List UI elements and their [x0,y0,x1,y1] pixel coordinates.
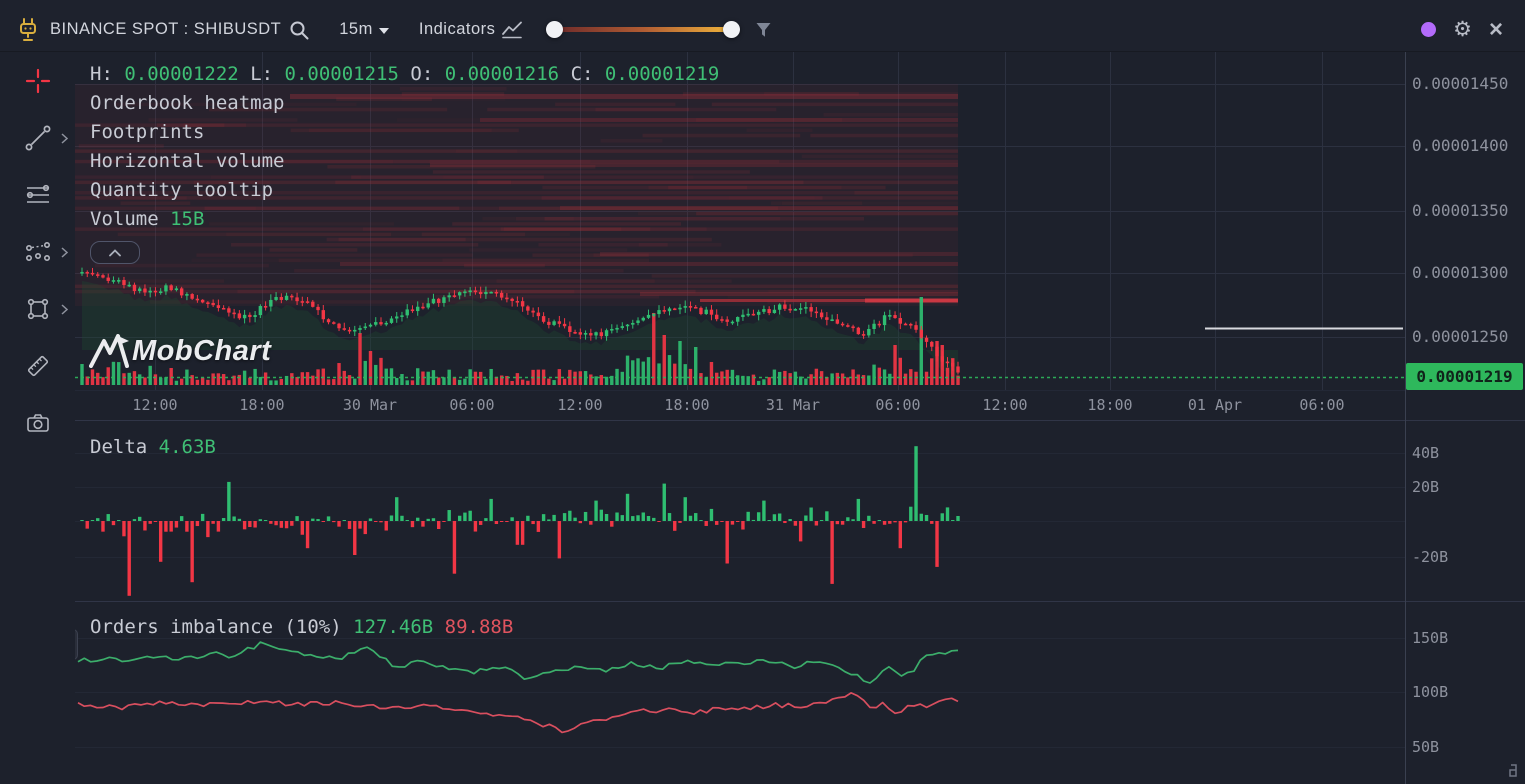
imbalance-tick-label: 50B [1412,738,1439,756]
filter-icon[interactable] [754,21,773,39]
legend-item-volume[interactable]: Volume 15B [90,208,719,237]
symbol-name: BINANCE SPOT : SHIBUSDT [50,20,281,39]
time-tick-label: 18:00 [655,396,719,414]
imbalance-tick-label: 100B [1412,683,1448,701]
time-tick-label: 18:00 [1078,396,1142,414]
time-tick-label: 31 Mar [761,396,825,414]
chevron-up-icon [109,249,121,257]
price-tick-label: 0.00001300 [1412,263,1508,282]
price-axis[interactable]: 0.00001219 0.00001450 0.00001400 0.0000135… [1405,52,1525,390]
price-tick-label: 0.00001450 [1412,74,1508,93]
symbol-selector[interactable]: BINANCE SPOT : SHIBUSDT [50,18,311,42]
slider-handle-max[interactable] [723,21,740,38]
imbalance-axis[interactable]: 150B 100B 50B [1405,602,1525,784]
delta-tick-label: 40B [1412,444,1439,462]
time-tick-label: 12:00 [123,396,187,414]
mobchart-watermark: MobChart [88,333,271,369]
tool-ruler[interactable] [0,337,75,394]
tool-path-points[interactable] [0,223,75,280]
legend-item-footprints[interactable]: Footprints [90,121,719,150]
ohlc-readout: H: 0.00001222 L: 0.00001215 O: 0.0000121… [90,63,719,92]
time-tick-label: 06:00 [866,396,930,414]
delta-axis[interactable]: 40B 20B -20B [1405,421,1525,601]
delta-tick-label: -20B [1412,548,1448,566]
legend-item-horizontal-volume[interactable]: Horizontal volume [90,150,719,179]
slider-track[interactable] [554,27,732,32]
settings-gear-icon[interactable]: ⚙ [1453,19,1472,40]
timeframe-value: 15m [339,20,373,39]
trend-line-icon [23,123,53,153]
chevron-right-icon [61,304,68,315]
price-tick-label: 0.00001400 [1412,136,1508,155]
delta-tick-label: 20B [1412,478,1439,496]
tool-trend-line[interactable] [0,109,75,166]
tool-screenshot[interactable] [0,394,75,451]
timeframe-selector[interactable]: 15m [339,20,389,39]
chevron-right-icon [61,133,68,144]
camera-icon [23,408,53,438]
close-icon[interactable]: × [1489,19,1503,40]
horizontal-lines-icon [23,180,53,210]
time-tick-label: 06:00 [440,396,504,414]
time-tick-label: 12:00 [973,396,1037,414]
chart-legend: H: 0.00001222 L: 0.00001215 O: 0.0000121… [90,63,719,264]
rectangle-icon [23,294,53,324]
slider-handle-min[interactable] [546,21,563,38]
last-price-badge: 0.00001219 [1406,363,1523,390]
tool-rectangle[interactable] [0,280,75,337]
connector-logo-icon [16,17,40,43]
chevron-down-icon [379,28,389,34]
time-tick-label: 30 Mar [338,396,402,414]
crosshair-icon [23,66,53,96]
trading-app: H: 0.00001222 L: 0.00001215 O: 0.0000121… [0,0,1525,784]
ruler-icon [23,351,53,381]
indicators-button[interactable]: Indicators [419,20,525,39]
path-points-icon [23,237,53,267]
legend-collapse-button[interactable] [90,241,140,264]
time-tick-label: 06:00 [1290,396,1354,414]
indicators-icon [502,21,524,39]
time-tick-label: 18:00 [230,396,294,414]
tool-crosshair[interactable] [0,52,75,109]
top-toolbar: BINANCE SPOT : SHIBUSDT 15m Indicators [0,0,1525,52]
delta-panel-label[interactable]: Delta 4.63B [90,436,216,458]
imbalance-panel-label[interactable]: Orders imbalance (10%) 127.46B 89.88B [90,616,513,638]
legend-item-orderbook-heatmap[interactable]: Orderbook heatmap [90,92,719,121]
drawing-toolbar [0,52,75,784]
search-icon [287,18,311,42]
time-axis[interactable]: 12:00 18:00 30 Mar 06:00 12:00 18:00 31 Mar 06:… [75,390,1405,420]
chevron-right-icon [61,247,68,258]
heatmap-intensity-slider[interactable] [554,20,732,40]
chart-stage[interactable]: H: 0.00001222 L: 0.00001215 O: 0.0000121… [0,0,1525,784]
price-tick-label: 0.00001350 [1412,201,1508,220]
legend-item-quantity-tooltip[interactable]: Quantity tooltip [90,179,719,208]
mobchart-watermark-text: MobChart [132,335,271,368]
imbalance-tick-label: 150B [1412,629,1448,647]
price-tick-label: 0.00001250 [1412,327,1508,346]
time-tick-label: 12:00 [548,396,612,414]
indicators-label: Indicators [419,20,496,39]
mobchart-logo-icon [88,333,130,369]
connection-status-dot [1421,22,1436,37]
tool-horizontal-lines[interactable] [0,166,75,223]
time-tick-label: 01 Apr [1183,396,1247,414]
